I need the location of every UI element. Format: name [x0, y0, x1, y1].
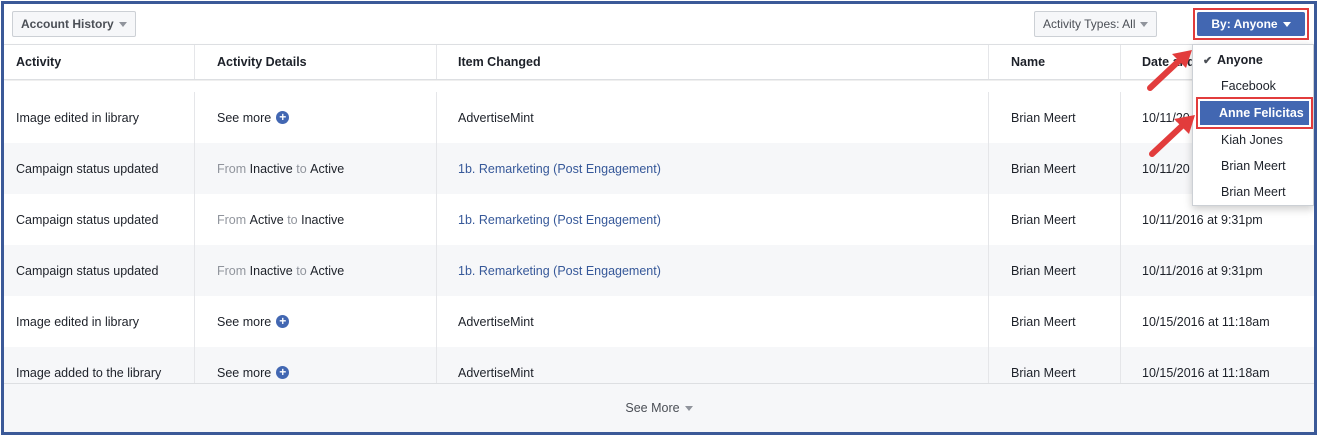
caret-down-icon — [118, 21, 127, 27]
by-filter-dropdown: ✔ Anyone Facebook Anne Felicitas Kiah Jo… — [1192, 44, 1314, 206]
menu-item-label: Brian Meert — [1221, 185, 1286, 199]
check-icon: ✔ — [1203, 54, 1213, 67]
plus-circle-icon[interactable]: + — [276, 366, 290, 379]
account-history-button[interactable]: Account History — [12, 11, 136, 37]
activity-details-cell: From Active to Inactive — [194, 194, 436, 245]
red-arrow-icon — [1147, 50, 1192, 91]
activity-details-cell[interactable]: See more + — [194, 296, 436, 347]
activity-cell: Campaign status updated — [16, 212, 159, 227]
date-cell: 10/11/2016 at 9:31pm — [1120, 245, 1314, 296]
activity-types-label: Activity Types: All — [1043, 17, 1136, 31]
activity-details-cell[interactable]: See more + — [194, 92, 436, 143]
activity-cell: Campaign status updated — [16, 263, 159, 278]
by-filter-button[interactable]: By: Anyone — [1197, 12, 1305, 36]
to-text: to — [296, 263, 307, 278]
item-changed-cell: AdvertiseMint — [436, 92, 988, 143]
menu-item-label: Kiah Jones — [1221, 133, 1283, 147]
name-cell: Brian Meert — [988, 194, 1120, 245]
menu-item-label: Anyone — [1217, 53, 1263, 67]
menu-item-brian-meert[interactable]: Brian Meert — [1193, 153, 1313, 179]
menu-item-label: Anne Felicitas — [1219, 106, 1304, 120]
menu-item-anne-felicitas[interactable]: Anne Felicitas — [1200, 101, 1309, 125]
account-history-panel: Account History Activity Types: All By: … — [1, 1, 1317, 435]
from-text: From — [217, 263, 247, 278]
by-filter-highlight: By: Anyone — [1193, 8, 1309, 40]
caret-down-icon — [1282, 21, 1291, 27]
campaign-link[interactable]: 1b. Remarketing (Post Engagement) — [458, 264, 661, 278]
menu-item-label: Brian Meert — [1221, 159, 1286, 173]
campaign-link[interactable]: 1b. Remarketing (Post Engagement) — [458, 213, 661, 227]
column-header-activity-details[interactable]: Activity Details — [194, 45, 436, 79]
date-cell: 10/15/2016 at 11:18am — [1120, 347, 1314, 383]
activity-types-button[interactable]: Activity Types: All — [1034, 11, 1158, 37]
to-text: to — [287, 212, 298, 227]
table-row: Campaign status updated From Inactive to… — [4, 245, 1314, 296]
table-row: Campaign status updated From Inactive to… — [4, 143, 1314, 194]
status-from: Inactive — [249, 161, 293, 176]
status-from: Active — [249, 212, 284, 227]
table-row: Image added to the library See more + Ad… — [4, 347, 1314, 383]
activity-details-cell: From Inactive to Active — [194, 143, 436, 194]
activity-details-cell[interactable]: See more + — [194, 347, 436, 383]
see-more-button[interactable]: See More — [625, 401, 693, 415]
activity-cell: Image added to the library — [16, 365, 162, 380]
name-cell: Brian Meert — [988, 245, 1120, 296]
activity-cell: Campaign status updated — [16, 161, 159, 176]
see-more-link[interactable]: See more — [217, 111, 271, 125]
campaign-link[interactable]: 1b. Remarketing (Post Engagement) — [458, 162, 661, 176]
plus-circle-icon[interactable]: + — [276, 315, 290, 328]
from-text: From — [217, 161, 247, 176]
status-to: Active — [310, 263, 345, 278]
item-changed-cell: AdvertiseMint — [436, 296, 988, 347]
item-changed-cell: 1b. Remarketing (Post Engagement) — [436, 143, 988, 194]
activity-details-cell: From Inactive to Active — [194, 245, 436, 296]
menu-item-brian-meert-2[interactable]: Brian Meert — [1193, 179, 1313, 205]
table-row: Image edited in library See more + Adver… — [4, 296, 1314, 347]
item-changed-cell: 1b. Remarketing (Post Engagement) — [436, 245, 988, 296]
account-history-label: Account History — [21, 17, 114, 31]
table-row: Image edited in library See more + Adver… — [4, 92, 1314, 143]
table-footer: See More — [4, 383, 1314, 432]
table-header: Activity Activity Details Item Changed N… — [4, 44, 1314, 80]
from-text: From — [217, 212, 247, 227]
red-arrow-icon — [1149, 115, 1195, 157]
name-cell: Brian Meert — [988, 143, 1120, 194]
plus-circle-icon[interactable]: + — [276, 111, 290, 124]
table-body: Image edited in library See more + Adver… — [4, 92, 1314, 383]
column-header-name[interactable]: Name — [988, 45, 1120, 79]
name-cell: Brian Meert — [988, 92, 1120, 143]
caret-down-icon — [1140, 21, 1149, 27]
toolbar: Account History Activity Types: All By: … — [4, 4, 1314, 44]
menu-item-label: Facebook — [1221, 79, 1276, 93]
name-cell: Brian Meert — [988, 296, 1120, 347]
activity-cell: Image edited in library — [16, 314, 139, 329]
date-cell: 10/15/2016 at 11:18am — [1120, 296, 1314, 347]
caret-down-icon — [684, 405, 693, 411]
table-row: Campaign status updated From Active to I… — [4, 194, 1314, 245]
menu-item-anyone[interactable]: ✔ Anyone — [1193, 47, 1313, 73]
activity-cell: Image edited in library — [16, 110, 139, 125]
status-to: Inactive — [301, 212, 345, 227]
menu-item-highlight: Anne Felicitas — [1196, 97, 1313, 129]
item-changed-cell: AdvertiseMint — [436, 347, 988, 383]
menu-item-kiah-jones[interactable]: Kiah Jones — [1193, 127, 1313, 153]
to-text: to — [296, 161, 307, 176]
see-more-link[interactable]: See more — [217, 366, 271, 380]
by-filter-label: By: Anyone — [1211, 17, 1278, 31]
table-top-gap — [4, 81, 1314, 92]
status-from: Inactive — [249, 263, 293, 278]
see-more-link[interactable]: See more — [217, 315, 271, 329]
name-cell: Brian Meert — [988, 347, 1120, 383]
status-to: Active — [310, 161, 345, 176]
menu-item-facebook[interactable]: Facebook — [1193, 73, 1313, 99]
column-header-activity[interactable]: Activity — [4, 45, 194, 79]
column-header-item-changed[interactable]: Item Changed — [436, 45, 988, 79]
item-changed-cell: 1b. Remarketing (Post Engagement) — [436, 194, 988, 245]
see-more-label: See More — [625, 401, 680, 415]
